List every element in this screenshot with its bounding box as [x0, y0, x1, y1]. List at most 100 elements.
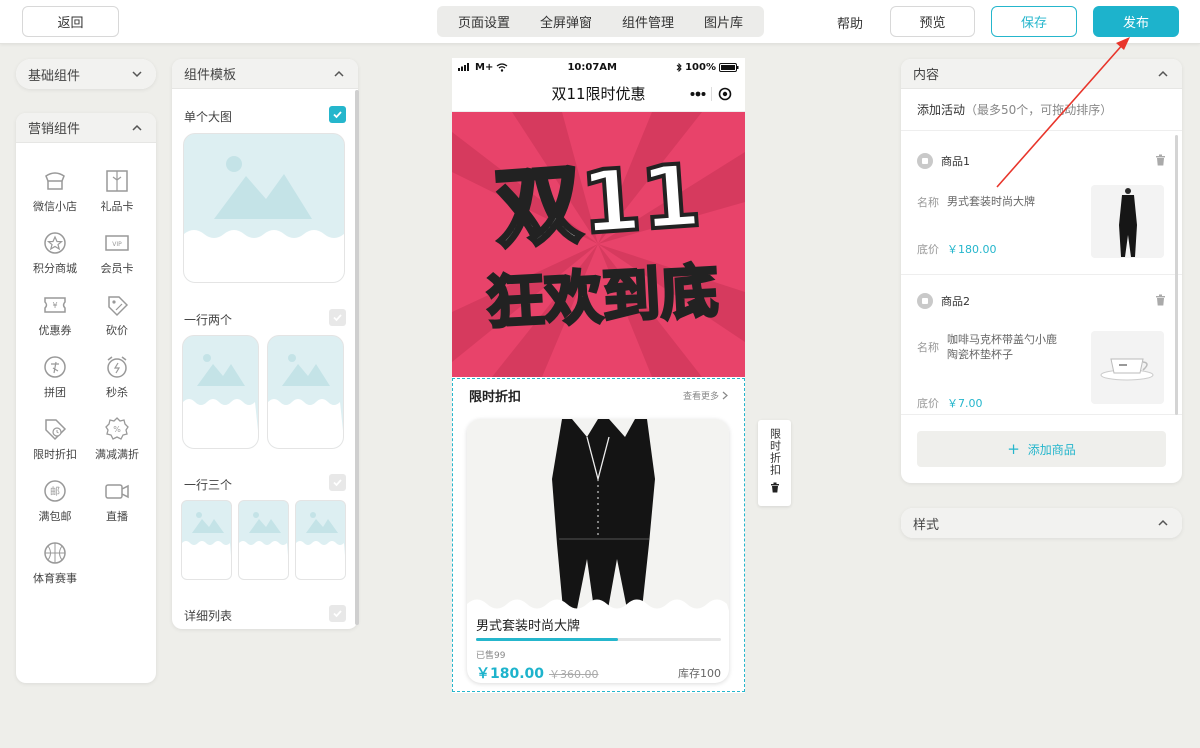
image-placeholder-icon [182, 512, 231, 579]
product-name: 男式套装时尚大牌 [476, 619, 581, 634]
template-three-preview-2[interactable] [238, 500, 289, 580]
template-single-checkbox[interactable] [329, 106, 346, 123]
publish-button[interactable]: 发布 [1093, 6, 1179, 37]
tag-cut-icon [108, 296, 129, 317]
more-dots-icon[interactable] [690, 91, 706, 97]
goods-item[interactable]: 商品2 名称 咖啡马克杯带盖勺小鹿陶瓷杯垫杯子 底价 ￥7.00 [901, 275, 1182, 415]
time-discount-module[interactable]: 限时折扣 查看更多 男式套装时尚大牌 已售99 ￥180.00 ￥360.00 … [452, 378, 745, 692]
trash-icon[interactable] [770, 482, 780, 493]
top-tabs: 页面设置 全屏弹窗 组件管理 图片库 [437, 6, 764, 37]
goods-thumbnail[interactable] [1091, 331, 1164, 404]
marketing-components-panel: 营销组件 微信小店 礼品卡 积分商城 VIP 会员卡 ¥ 优惠券 砍价 拼团 秒… [16, 113, 156, 683]
component-points-mall[interactable]: 积分商城 [24, 219, 86, 281]
image-placeholder-icon [239, 512, 288, 579]
component-sports-event[interactable]: 体育赛事 [24, 529, 86, 591]
component-live[interactable]: 直播 [86, 467, 148, 529]
status-bar: M+ 10:07AM 100% [452, 58, 745, 76]
help-link[interactable]: 帮助 [837, 13, 863, 32]
selected-module-tag[interactable]: 限时折扣 [758, 420, 791, 506]
status-time: 10:07AM [567, 61, 617, 73]
group-icon [44, 356, 66, 378]
tab-fullscreen-popup[interactable]: 全屏弹窗 [540, 12, 592, 31]
trash-icon[interactable] [1155, 154, 1166, 166]
marketing-grid: 微信小店 礼品卡 积分商城 VIP 会员卡 ¥ 优惠券 砍价 拼团 秒杀 限时折… [16, 143, 156, 591]
time-discount-title: 限时折扣 [469, 389, 522, 405]
component-full-reduction[interactable]: % 满减满折 [86, 405, 148, 467]
templates-panel: 组件模板 单个大图 一行两个 一行三个 详细列表 [172, 59, 358, 629]
basic-components-header[interactable]: 基础组件 [16, 59, 156, 89]
templates-scrollbar[interactable] [355, 90, 359, 625]
battery-icon [719, 62, 739, 72]
component-coupon[interactable]: ¥ 优惠券 [24, 281, 86, 343]
selected-module-label: 限时折扣 [768, 428, 782, 476]
template-list-checkbox[interactable] [329, 605, 346, 622]
preview-button[interactable]: 预览 [890, 6, 975, 37]
drag-handle-icon[interactable] [917, 293, 933, 309]
product-card[interactable]: 男式套装时尚大牌 已售99 ￥180.00 ￥360.00 库存100 [467, 419, 729, 683]
goods-name: 咖啡马克杯带盖勺小鹿陶瓷杯垫杯子 [947, 333, 1057, 361]
template-three-checkbox[interactable] [329, 474, 346, 491]
shop-icon [45, 172, 65, 190]
gift-card-icon [106, 170, 128, 192]
component-time-discount[interactable]: 限时折扣 [24, 405, 86, 467]
chevron-down-icon[interactable] [130, 67, 144, 81]
double-eleven-banner-image: 双11 狂欢到底 [452, 112, 745, 377]
chevron-right-icon [722, 391, 728, 399]
coupon-icon: ¥ [44, 297, 66, 313]
component-bargain[interactable]: 砍价 [86, 281, 148, 343]
style-title: 样式 [913, 517, 940, 533]
goods-price: ￥7.00 [947, 397, 983, 410]
goods-item[interactable]: 商品1 名称 男式套装时尚大牌 底价 ￥180.00 [901, 135, 1182, 275]
drag-handle-icon[interactable] [917, 153, 933, 169]
chevron-up-icon[interactable] [1156, 67, 1170, 81]
close-target-icon[interactable] [718, 87, 732, 101]
product-price: ￥180.00 [476, 666, 545, 682]
template-two-checkbox[interactable] [329, 309, 346, 326]
view-more-link[interactable]: 查看更多 [683, 389, 728, 402]
templates-title: 组件模板 [184, 68, 237, 83]
component-free-shipping[interactable]: 邮 满包邮 [24, 467, 86, 529]
save-button[interactable]: 保存 [991, 6, 1077, 37]
content-panel: 内容 添加活动 （最多50个，可拖动排序） 商品1 名称 男式套装时尚大牌 底价… [901, 59, 1182, 483]
component-member-card[interactable]: VIP 会员卡 [86, 219, 148, 281]
chevron-up-icon[interactable] [130, 121, 144, 135]
back-button[interactable]: 返回 [22, 6, 119, 37]
promo-banner[interactable]: 双11 狂欢到底 [452, 112, 745, 377]
templates-header[interactable]: 组件模板 [172, 59, 358, 89]
tab-image-library[interactable]: 图片库 [704, 12, 743, 31]
add-activity-hint: （最多50个，可拖动排序） [965, 103, 1113, 117]
goods-title: 商品2 [917, 293, 970, 309]
goods-thumbnail[interactable] [1091, 185, 1164, 258]
svg-text:%: % [113, 425, 121, 434]
template-two-preview-2[interactable] [267, 335, 344, 449]
mini-program-capsule[interactable] [687, 83, 735, 105]
image-placeholder-icon [268, 354, 343, 448]
sold-count: 已售99 [476, 651, 506, 661]
component-wechat-shop[interactable]: 微信小店 [24, 157, 86, 219]
chevron-up-icon[interactable] [1156, 516, 1170, 530]
add-goods-button[interactable]: + 添加商品 [917, 431, 1166, 467]
template-three-preview-1[interactable] [181, 500, 232, 580]
content-scrollbar[interactable] [1175, 135, 1178, 415]
content-header[interactable]: 内容 [901, 59, 1182, 89]
marketing-components-header[interactable]: 营销组件 [16, 113, 156, 143]
trash-icon[interactable] [1155, 294, 1166, 306]
tab-component-manage[interactable]: 组件管理 [622, 12, 674, 31]
goods-price-label: 底价 [917, 243, 939, 256]
chevron-up-icon[interactable] [332, 67, 346, 81]
template-single-preview[interactable] [183, 133, 345, 283]
stock-count: 库存100 [678, 667, 721, 680]
style-panel[interactable]: 样式 [901, 508, 1182, 538]
template-three-preview-3[interactable] [295, 500, 346, 580]
tab-page-settings[interactable]: 页面设置 [458, 12, 510, 31]
component-group-buy[interactable]: 拼团 [24, 343, 86, 405]
phone-nav-bar: 双11限时优惠 [452, 76, 745, 112]
carrier: M+ [475, 61, 494, 73]
component-gift-card[interactable]: 礼品卡 [86, 157, 148, 219]
component-flash-sale[interactable]: 秒杀 [86, 343, 148, 405]
template-two-preview-1[interactable] [182, 335, 259, 449]
star-coin-icon [44, 232, 66, 254]
basic-components-panel[interactable]: 基础组件 [16, 59, 156, 89]
style-header[interactable]: 样式 [901, 508, 1182, 538]
add-activity-label: 添加活动 [917, 103, 966, 117]
